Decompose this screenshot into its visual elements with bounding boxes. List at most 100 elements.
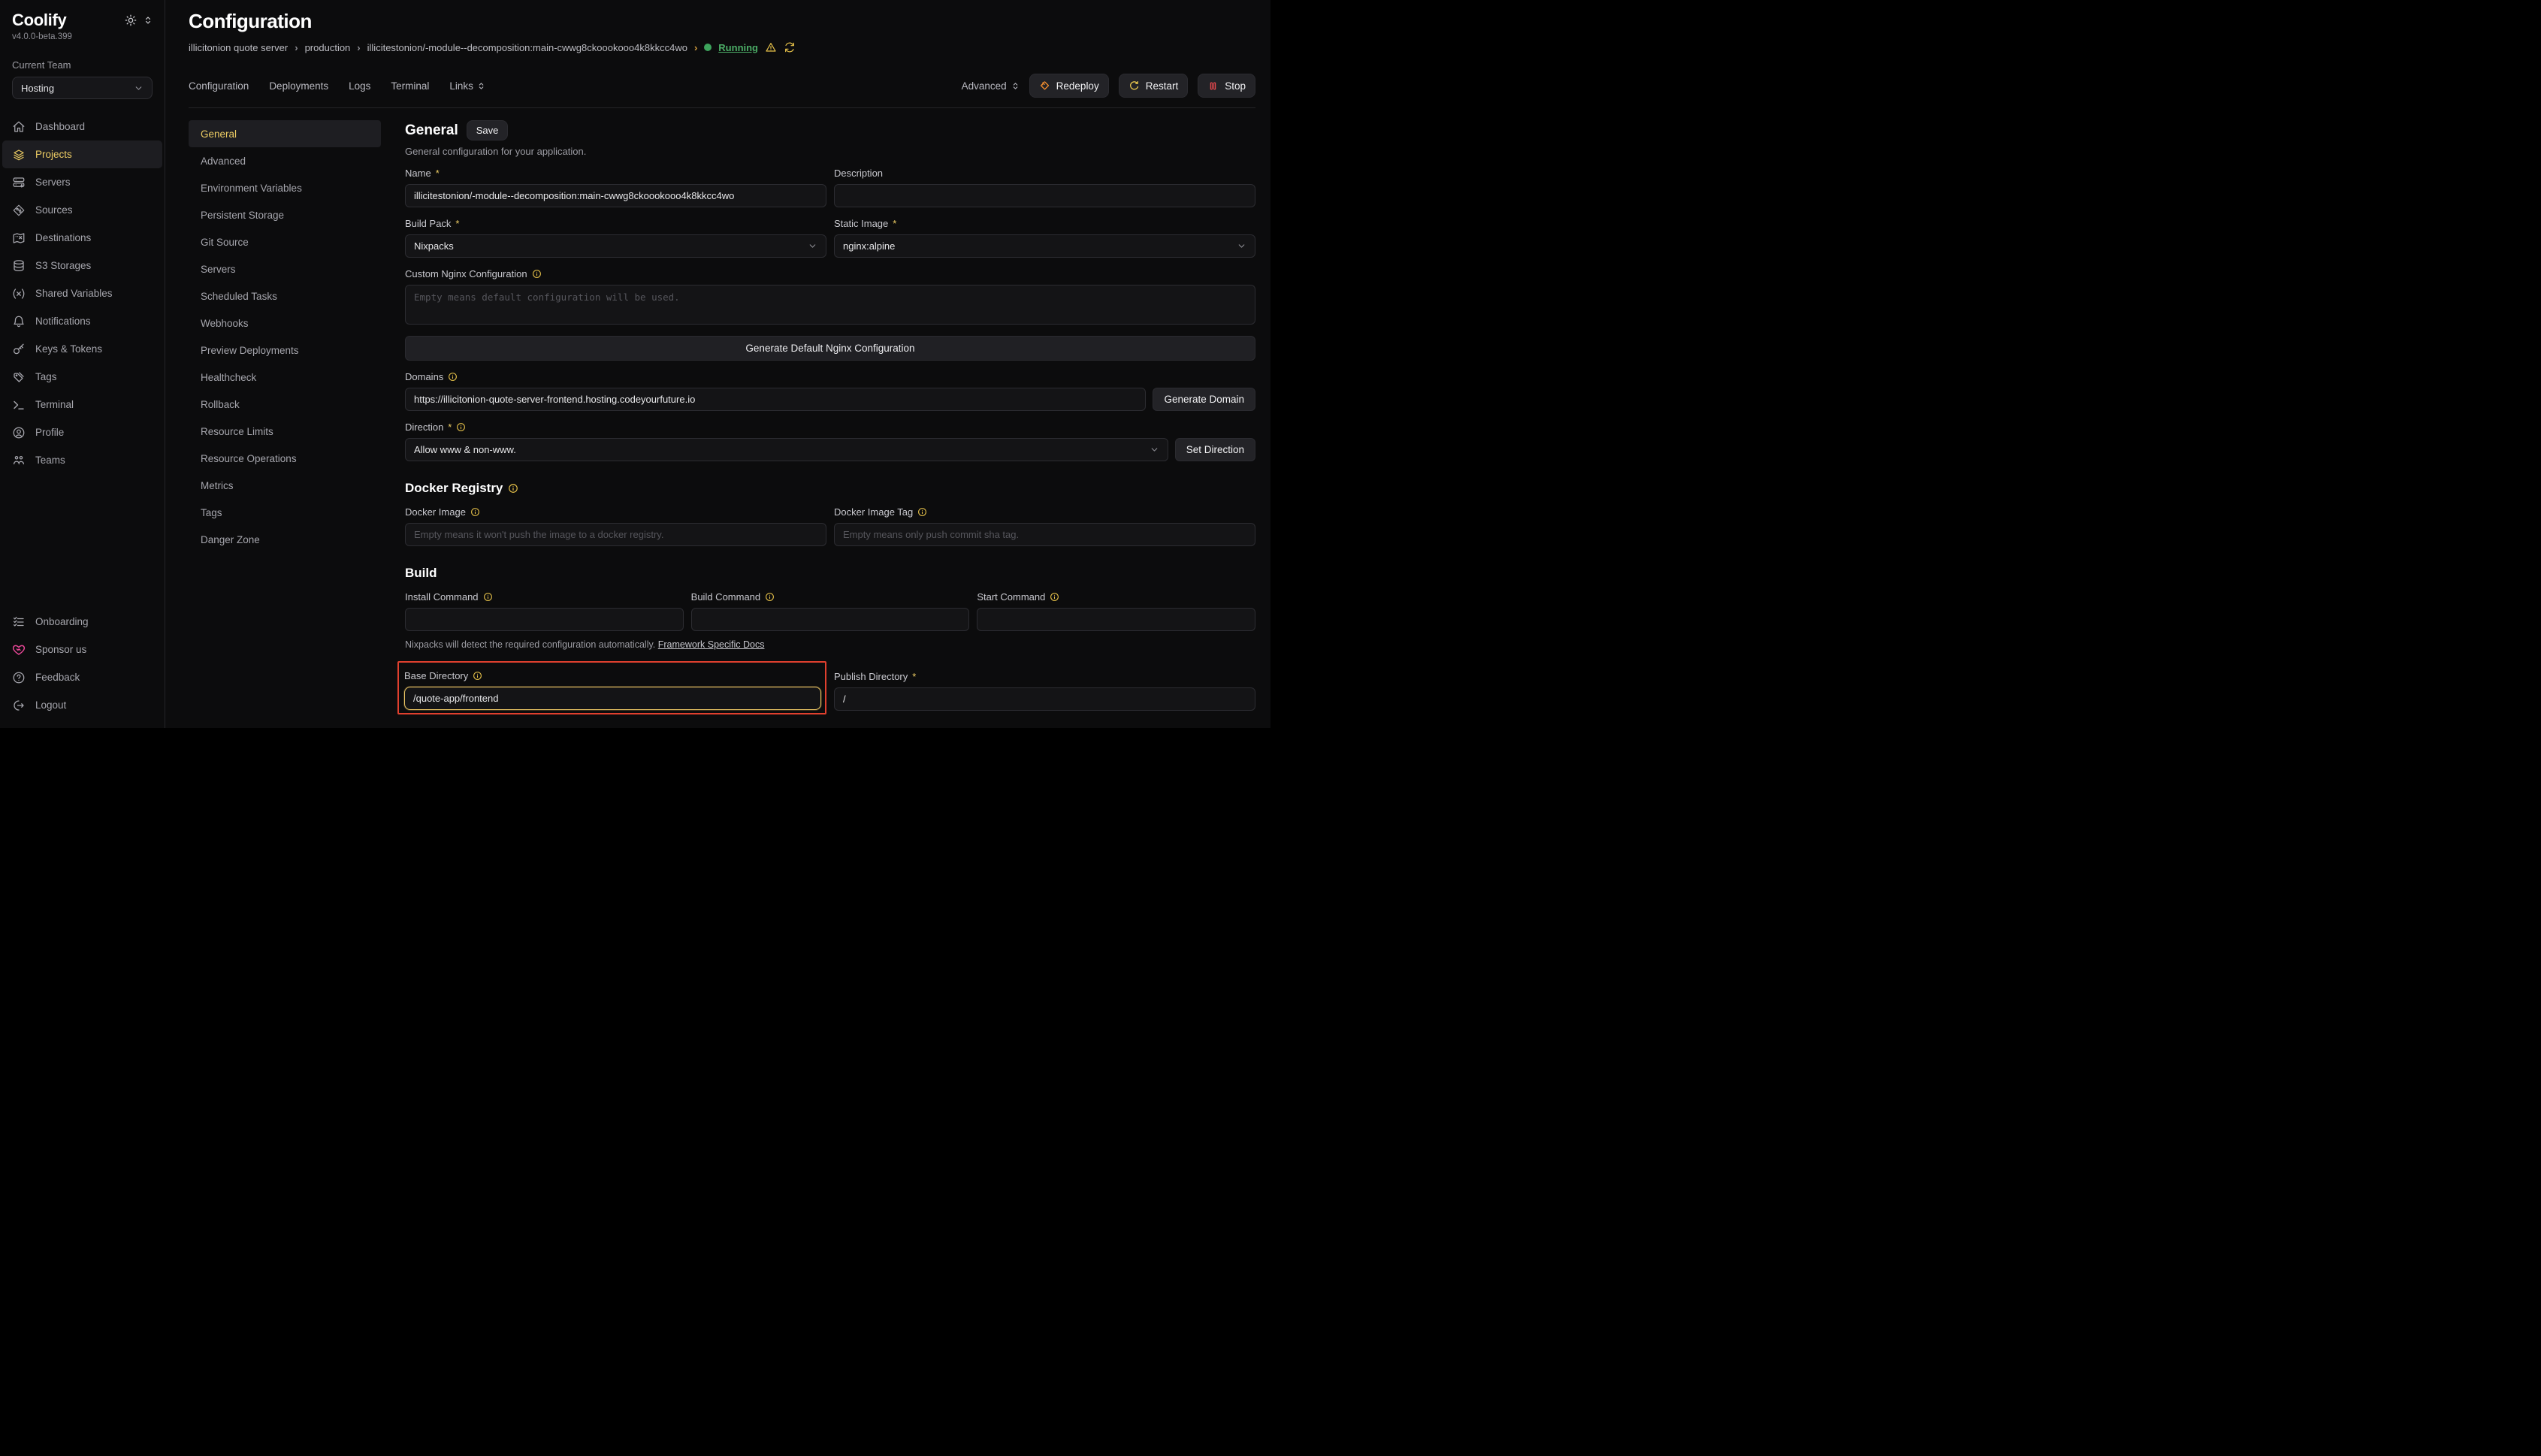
info-icon (483, 592, 493, 602)
publish-directory-input[interactable] (834, 687, 1255, 711)
tab-deployments[interactable]: Deployments (269, 80, 328, 92)
required-asterisk: * (448, 421, 452, 433)
static-image-select[interactable]: nginx:alpine (834, 234, 1255, 258)
restart-button[interactable]: Restart (1119, 74, 1189, 98)
save-button[interactable]: Save (467, 120, 509, 140)
subnav-item-persistent-storage[interactable]: Persistent Storage (189, 201, 381, 228)
required-asterisk: * (912, 671, 916, 682)
sidebar-item-teams[interactable]: Teams (2, 446, 162, 474)
direction-select[interactable]: Allow www & non-www. (405, 438, 1168, 461)
bell-icon (12, 315, 26, 328)
sidebar-item-s3-storages[interactable]: S3 Storages (2, 252, 162, 279)
server-icon (12, 176, 26, 189)
domains-input[interactable] (405, 388, 1146, 411)
subnav-item-metrics[interactable]: Metrics (189, 472, 381, 499)
status-badge[interactable]: Running (718, 42, 758, 53)
sidebar-item-sponsor-us[interactable]: Sponsor us (2, 636, 162, 663)
info-icon (448, 372, 458, 382)
tag-icon (12, 370, 26, 384)
required-asterisk: * (455, 218, 459, 229)
section-heading-docker-registry: Docker Registry (405, 481, 1255, 496)
subnav-item-healthcheck[interactable]: Healthcheck (189, 364, 381, 391)
sidebar-item-onboarding[interactable]: Onboarding (2, 608, 162, 636)
tab-terminal[interactable]: Terminal (391, 80, 429, 92)
sidebar-item-label: Shared Variables (35, 288, 113, 299)
section-heading-build: Build (405, 566, 1255, 581)
sidebar-item-feedback[interactable]: Feedback (2, 663, 162, 691)
install-command-input[interactable] (405, 608, 684, 631)
tab-logs[interactable]: Logs (349, 80, 370, 92)
selector-icon[interactable] (144, 16, 153, 25)
advanced-menu[interactable]: Advanced (962, 80, 1020, 92)
generate-domain-button[interactable]: Generate Domain (1153, 388, 1255, 411)
subnav-item-resource-limits[interactable]: Resource Limits (189, 418, 381, 445)
app-version: v4.0.0-beta.399 (12, 32, 153, 41)
stop-label: Stop (1225, 80, 1246, 92)
info-icon (765, 592, 775, 602)
sidebar-item-dashboard[interactable]: Dashboard (2, 113, 162, 140)
docker-image-input[interactable] (405, 523, 826, 546)
sun-icon[interactable] (125, 14, 137, 26)
variable-icon (12, 287, 26, 301)
sidebar-item-label: Notifications (35, 316, 91, 327)
subnav-item-resource-operations[interactable]: Resource Operations (189, 445, 381, 472)
docker-image-tag-label: Docker Image Tag (834, 506, 1255, 518)
breadcrumb-project[interactable]: illicitonion quote server (189, 42, 288, 53)
generate-nginx-button[interactable]: Generate Default Nginx Configuration (405, 336, 1255, 361)
subnav-item-rollback[interactable]: Rollback (189, 391, 381, 418)
framework-docs-link[interactable]: Framework Specific Docs (658, 639, 765, 650)
subnav-item-danger-zone[interactable]: Danger Zone (189, 526, 381, 553)
build-command-input[interactable] (691, 608, 970, 631)
stop-button[interactable]: Stop (1198, 74, 1255, 98)
build-pack-value: Nixpacks (414, 240, 454, 252)
brand-logo: Coolify (12, 11, 66, 30)
sidebar-item-servers[interactable]: Servers (2, 168, 162, 196)
sidebar-item-notifications[interactable]: Notifications (2, 307, 162, 335)
build-pack-select[interactable]: Nixpacks (405, 234, 826, 258)
tab-configuration[interactable]: Configuration (189, 80, 249, 92)
breadcrumb-environment[interactable]: production (305, 42, 351, 53)
subnav-item-environment-variables[interactable]: Environment Variables (189, 174, 381, 201)
subnav-item-git-source[interactable]: Git Source (189, 228, 381, 255)
docker-image-tag-input[interactable] (834, 523, 1255, 546)
warning-icon[interactable] (765, 41, 777, 53)
custom-nginx-textarea[interactable] (405, 285, 1255, 325)
breadcrumb-resource[interactable]: illicitestonion/-module--decomposition:m… (367, 42, 687, 53)
sidebar-nav-bottom: Onboarding Sponsor us Feedback Logout (0, 608, 165, 719)
subnav-item-advanced[interactable]: Advanced (189, 147, 381, 174)
tab-links[interactable]: Links (449, 80, 485, 92)
sidebar-item-profile[interactable]: Profile (2, 418, 162, 446)
sidebar-item-tags[interactable]: Tags (2, 363, 162, 391)
redeploy-button[interactable]: Redeploy (1029, 74, 1109, 98)
info-icon (532, 269, 542, 279)
sidebar-item-label: Logout (35, 699, 66, 711)
sidebar-item-shared-variables[interactable]: Shared Variables (2, 279, 162, 307)
set-direction-button[interactable]: Set Direction (1175, 438, 1255, 461)
selector-icon (477, 82, 485, 90)
sidebar-item-destinations[interactable]: Destinations (2, 224, 162, 252)
subnav-item-preview-deployments[interactable]: Preview Deployments (189, 337, 381, 364)
start-command-input[interactable] (977, 608, 1255, 631)
team-select[interactable]: Hosting (12, 77, 153, 99)
subnav-item-servers[interactable]: Servers (189, 255, 381, 282)
description-input[interactable] (834, 184, 1255, 207)
sidebar-item-projects[interactable]: Projects (2, 140, 162, 168)
subnav-item-general[interactable]: General (189, 120, 381, 147)
base-directory-input[interactable] (404, 687, 821, 710)
subnav-item-tags[interactable]: Tags (189, 499, 381, 526)
page-title: Configuration (189, 10, 1255, 33)
heart-icon (12, 643, 26, 657)
name-input[interactable] (405, 184, 826, 207)
git-source-icon (12, 204, 26, 217)
main-content: Configuration illicitonion quote server … (165, 0, 1270, 728)
subnav-item-scheduled-tasks[interactable]: Scheduled Tasks (189, 282, 381, 310)
refresh-icon[interactable] (784, 41, 796, 53)
sidebar-item-logout[interactable]: Logout (2, 691, 162, 719)
configuration-content: General Advanced Environment Variables P… (189, 120, 1255, 728)
subnav-item-webhooks[interactable]: Webhooks (189, 310, 381, 337)
sidebar-item-keys-tokens[interactable]: Keys & Tokens (2, 335, 162, 363)
sidebar-item-terminal[interactable]: Terminal (2, 391, 162, 418)
breadcrumb: illicitonion quote server › production ›… (189, 41, 1255, 53)
tabbar-divider (189, 107, 1255, 108)
sidebar-item-sources[interactable]: Sources (2, 196, 162, 224)
